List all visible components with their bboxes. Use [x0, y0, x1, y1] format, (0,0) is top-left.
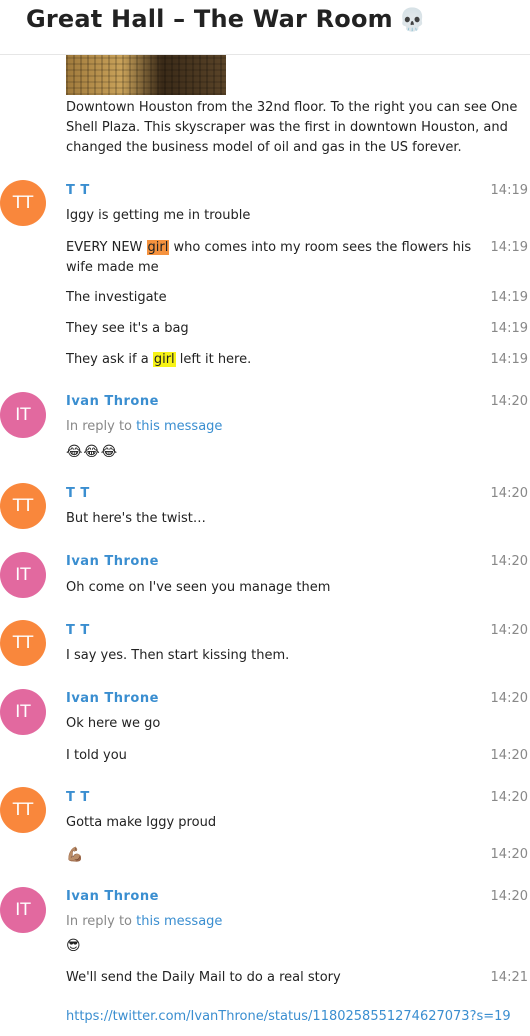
message-text: Gotta make Iggy proud [66, 815, 217, 830]
sender-name[interactable]: T T [66, 182, 90, 200]
message-time: 14:20 [490, 554, 528, 569]
sender-name[interactable]: T T [66, 789, 90, 807]
chat-header: Great Hall – The War Room 💀 [0, 0, 530, 55]
avatar-it[interactable]: IT [0, 887, 46, 933]
message-time: 14:19 [490, 352, 528, 367]
sunglasses-face-icon: 😎 [66, 938, 82, 954]
message-time: 14:20 [490, 394, 528, 409]
message-text: Ok here we go [66, 716, 161, 731]
message-text-part: wife made me [66, 260, 159, 275]
message-text: We'll send the Daily Mail to do a real s… [66, 970, 341, 985]
message-time: 14:19 [490, 240, 528, 255]
avatar-it[interactable]: IT [0, 392, 46, 438]
avatar-tt[interactable]: TT [0, 787, 46, 833]
message-time: 14:19 [490, 183, 528, 198]
avatar-it[interactable]: IT [0, 552, 46, 598]
avatar-it[interactable]: IT [0, 689, 46, 735]
message-text: But here's the twist… [66, 511, 206, 526]
sender-name[interactable]: Ivan Throne [66, 553, 159, 571]
message-time: 14:20 [490, 790, 528, 805]
flexed-biceps-icon: 💪🏽 [66, 847, 85, 863]
message-text: The investigate [66, 290, 167, 305]
avatar-tt[interactable]: TT [0, 483, 46, 529]
reply-reference: In reply to this message [66, 418, 222, 436]
skull-icon: 💀 [398, 8, 427, 33]
search-highlight: girl [146, 240, 170, 255]
message-time: 14:20 [490, 623, 528, 638]
search-highlight: girl [152, 352, 176, 367]
sender-name[interactable]: T T [66, 622, 90, 640]
reply-link[interactable]: this message [136, 419, 222, 434]
message-text: I told you [66, 748, 127, 763]
message-text: They see it's a bag [66, 321, 189, 336]
message-text: EVERY NEW girl who comes into my room se… [66, 238, 486, 278]
photo-caption: Downtown Houston from the 32nd floor. To… [66, 100, 518, 155]
message-time: 14:20 [490, 847, 528, 862]
message-time: 14:20 [490, 748, 528, 763]
message-text: Oh come on I've seen you manage them [66, 580, 331, 595]
sender-name[interactable]: Ivan Throne [66, 690, 159, 708]
avatar-tt[interactable]: TT [0, 620, 46, 666]
source-link[interactable]: https://twitter.com/IvanThrone/status/11… [66, 1008, 511, 1026]
message-text: I say yes. Then start kissing them. [66, 648, 290, 663]
sender-name[interactable]: T T [66, 485, 90, 503]
message-time: 14:19 [490, 290, 528, 305]
sender-name[interactable]: Ivan Throne [66, 888, 159, 906]
sender-name[interactable]: Ivan Throne [66, 393, 159, 411]
shared-photo[interactable] [66, 55, 226, 95]
message-time: 14:20 [490, 691, 528, 706]
message-text-part: EVERY NEW [66, 240, 147, 255]
message-time: 14:21 [490, 970, 528, 985]
reply-link[interactable]: this message [136, 914, 222, 929]
chat-title[interactable]: Great Hall – The War Room 💀 [26, 2, 426, 38]
reply-prefix: In reply to [66, 914, 137, 929]
emoji-message: 😂😂😂 [66, 444, 119, 460]
reply-prefix: In reply to [66, 419, 137, 434]
message-time: 14:19 [490, 321, 528, 336]
message-time: 14:20 [490, 889, 528, 904]
message-time: 14:20 [490, 486, 528, 501]
message-text-part: left it here. [175, 352, 252, 367]
message-text-part: They ask if a [66, 352, 153, 367]
avatar-tt[interactable]: TT [0, 180, 46, 226]
message-text: They ask if a girl left it here. [66, 350, 251, 370]
chat-title-text: Great Hall – The War Room [26, 5, 393, 33]
message-text-part: who comes into my room sees the flowers … [169, 240, 472, 255]
message-text: Iggy is getting me in trouble [66, 208, 251, 223]
reply-reference: In reply to this message [66, 913, 222, 931]
